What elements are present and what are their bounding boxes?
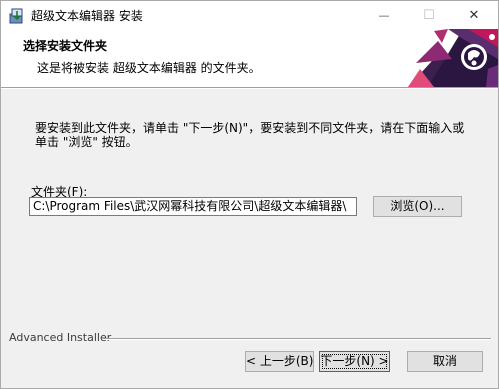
focus-indicator [322, 354, 387, 369]
banner-logo-art [408, 29, 498, 87]
installer-window: 超级文本编辑器 安装 — ☐ ✕ 选择安装文件夹 这是将被安装 超级文本编辑器 … [0, 0, 499, 389]
folder-path-input[interactable]: C:\Program Files\武汉网幂科技有限公司\超级文本编辑器\ [29, 197, 357, 216]
window-title: 超级文本编辑器 安装 [31, 9, 143, 23]
header-divider [1, 87, 498, 89]
browse-button[interactable]: 浏览(O)... [373, 196, 462, 217]
next-button[interactable]: 下一步(N) > [319, 351, 390, 372]
title-bar: 超级文本编辑器 安装 — ☐ ✕ [1, 1, 498, 29]
close-icon: ✕ [468, 7, 480, 23]
installer-brand-label: Advanced Installer [9, 331, 112, 344]
installer-app-icon [9, 8, 23, 24]
header-banner: 选择安装文件夹 这是将被安装 超级文本编辑器 的文件夹。 [1, 29, 498, 87]
footer-divider [103, 338, 491, 340]
maximize-button[interactable]: ☐ [406, 1, 452, 29]
cancel-button[interactable]: 取消 [407, 351, 483, 372]
minimize-button[interactable]: — [361, 1, 407, 29]
instruction-text: 要安装到此文件夹，请单击 "下一步(N)"，要安装到不同文件夹，请在下面输入或单… [35, 121, 465, 149]
minimize-icon: — [378, 8, 390, 22]
close-button[interactable]: ✕ [451, 1, 497, 29]
back-button[interactable]: < 上一步(B) [245, 351, 314, 372]
page-title: 选择安装文件夹 [23, 39, 108, 53]
page-subtitle: 这是将被安装 超级文本编辑器 的文件夹。 [37, 61, 261, 75]
maximize-icon: ☐ [423, 7, 435, 23]
